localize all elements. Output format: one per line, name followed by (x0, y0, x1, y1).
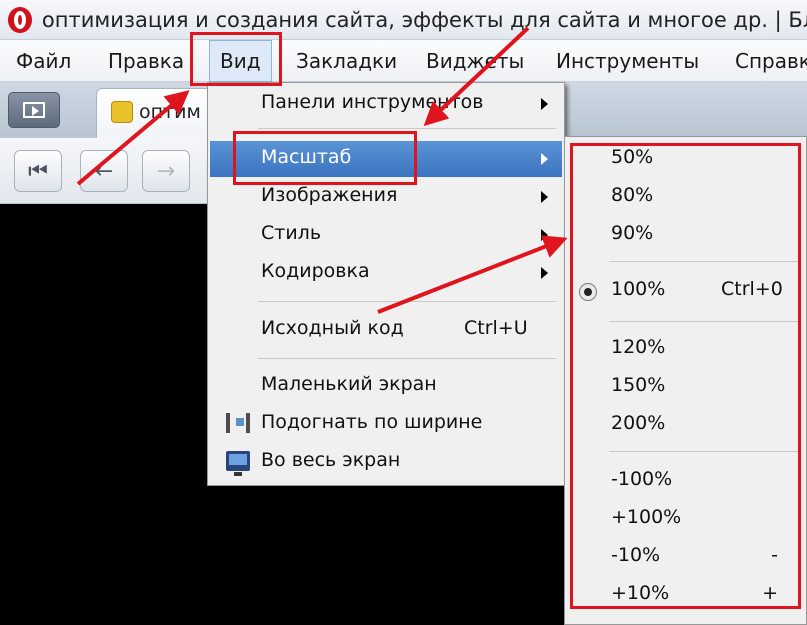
submenu-arrow-icon (541, 229, 548, 241)
rewind-icon: ⏮ (28, 158, 48, 184)
menu-fullscreen-label: Во весь экран (261, 449, 401, 471)
menu-separator (258, 301, 556, 302)
panel-toggle-button[interactable] (8, 92, 60, 128)
menu-fit-width[interactable]: Подогнать по ширине (210, 406, 562, 442)
menu-encoding-label: Кодировка (261, 260, 370, 282)
annotation-box-view (190, 32, 282, 86)
panel-icon (23, 102, 45, 118)
submenu-arrow-icon (541, 191, 548, 203)
menu-file[interactable]: Файл (16, 40, 71, 82)
submenu-arrow-icon (541, 98, 548, 110)
back-icon: ← (94, 158, 114, 184)
submenu-arrow-icon (541, 153, 548, 165)
annotation-box-zoom (233, 131, 417, 185)
menu-fit-width-label: Подогнать по ширине (261, 411, 483, 433)
menu-edit[interactable]: Правка (108, 40, 184, 82)
rewind-button[interactable]: ⏮ (14, 150, 62, 192)
forward-button[interactable]: → (142, 150, 190, 192)
menu-bookmarks[interactable]: Закладки (296, 40, 397, 82)
menu-tools[interactable]: Инструменты (556, 40, 699, 82)
annotation-box-zoom-levels (570, 143, 801, 609)
menu-images-label: Изображения (261, 184, 398, 206)
fullscreen-icon (226, 451, 250, 476)
menu-toolbars-label: Панели инструментов (261, 91, 484, 113)
menu-widgets[interactable]: Виджеты (426, 40, 524, 82)
menu-small-screen[interactable]: Маленький экран (210, 368, 562, 404)
menu-encoding[interactable]: Кодировка (210, 255, 562, 291)
opera-logo-icon[interactable] (8, 6, 32, 33)
forward-icon: → (156, 158, 176, 184)
menu-source-code-label: Исходный код (261, 317, 404, 339)
shortcut-ctrl-u: Ctrl+U (464, 317, 528, 339)
menu-bar: Файл Правка Вид Закладки Виджеты Инструм… (0, 40, 807, 82)
menu-fullscreen[interactable]: Во весь экран (210, 444, 562, 480)
title-bar: оптимизация и создания сайта, эффекты дл… (0, 0, 807, 40)
back-button[interactable]: ← (80, 150, 128, 192)
favicon-icon (111, 101, 133, 123)
tab-title: оптим (139, 101, 201, 123)
menu-help[interactable]: Справк (735, 40, 807, 82)
menu-small-screen-label: Маленький экран (261, 373, 437, 395)
menu-toolbars[interactable]: Панели инструментов (210, 86, 562, 122)
fit-width-icon (226, 413, 250, 433)
menu-style-label: Стиль (261, 222, 322, 244)
menu-separator (258, 128, 556, 129)
browser-tab[interactable]: оптим (96, 88, 216, 138)
window-title: оптимизация и создания сайта, эффекты дл… (41, 7, 807, 32)
submenu-arrow-icon (541, 267, 548, 279)
menu-style[interactable]: Стиль (210, 217, 562, 253)
menu-separator (258, 358, 556, 359)
menu-source-code[interactable]: Исходный код Ctrl+U (210, 312, 562, 348)
